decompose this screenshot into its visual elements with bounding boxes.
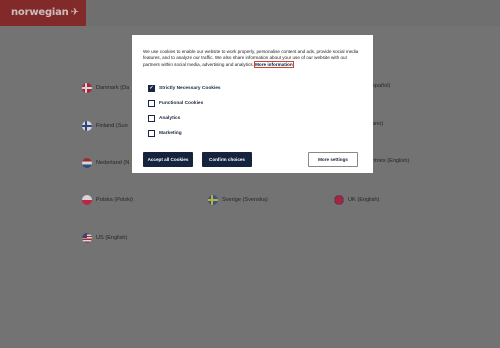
more-information-link[interactable]: More information (254, 60, 294, 68)
checkbox-icon[interactable] (148, 115, 155, 122)
option-functional[interactable]: Functional Cookies (148, 100, 203, 107)
option-analytics[interactable]: Analytics (148, 115, 180, 122)
option-label: Analytics (159, 116, 181, 121)
cookie-consent-dialog: We use cookies to enable our website to … (132, 35, 373, 173)
option-label: Marketing (159, 131, 182, 136)
checkbox-checked-icon[interactable]: ✓ (148, 85, 155, 92)
accept-all-cookies-button[interactable]: Accept all Cookies (143, 152, 193, 167)
checkbox-icon[interactable] (148, 130, 155, 137)
cookie-text: We use cookies to enable our website to … (143, 49, 359, 67)
cookie-description: We use cookies to enable our website to … (143, 49, 363, 68)
option-strictly-necessary[interactable]: ✓ Strictly Necessary Cookies (148, 85, 221, 92)
confirm-choices-button[interactable]: Confirm choices (202, 152, 252, 167)
option-label: Functional Cookies (159, 101, 204, 106)
more-settings-button[interactable]: More settings (308, 152, 358, 167)
option-marketing[interactable]: Marketing (148, 130, 182, 137)
checkbox-icon[interactable] (148, 100, 155, 107)
option-label: Strictly Necessary Cookies (159, 86, 221, 91)
